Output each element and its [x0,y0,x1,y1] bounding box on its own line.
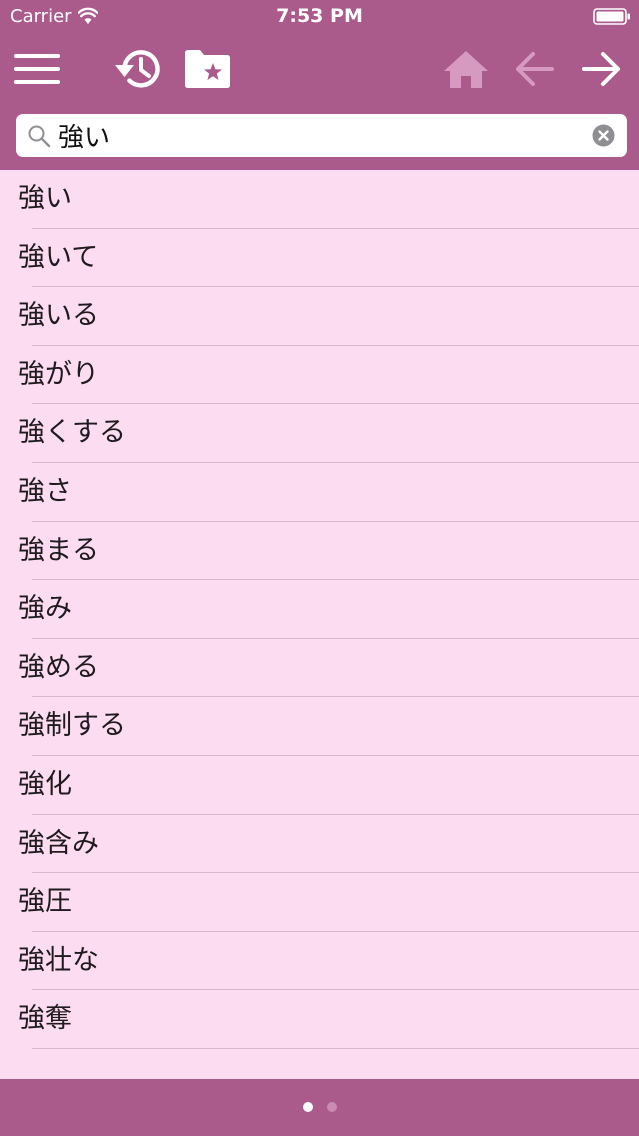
clear-search-icon[interactable] [592,124,615,147]
home-button[interactable] [439,42,493,96]
list-item[interactable]: 強化 [0,756,639,815]
list-item[interactable]: 強いて [0,229,639,288]
list-item[interactable]: 強含み [0,815,639,874]
list-item[interactable]: 強さ [0,463,639,522]
page-indicator[interactable] [0,1102,639,1112]
back-button[interactable] [507,42,561,96]
list-item[interactable]: 強制する [0,697,639,756]
clock: 7:53 PM [276,5,363,27]
history-button[interactable] [111,42,165,96]
back-arrow-icon [516,52,554,86]
status-bar: Carrier 7:53 PM [0,0,639,34]
list-item[interactable]: 強圧 [0,873,639,932]
list-item[interactable]: 強い [0,170,639,229]
search-icon [28,125,51,148]
search-box[interactable] [16,114,627,157]
menu-icon [14,54,60,84]
forward-button[interactable] [575,42,629,96]
favorites-folder-icon [185,50,230,88]
bottom-bar [0,1079,639,1136]
result-list: 強い 強いて 強いる 強がり 強くする 強さ 強まる 強み 強める 強制する 強… [0,170,639,1049]
list-item[interactable]: 強壮な [0,932,639,991]
list-item[interactable]: 強み [0,580,639,639]
home-icon [444,51,488,88]
list-item[interactable]: 強いる [0,287,639,346]
history-icon [115,50,160,88]
page-dot-1[interactable] [302,1102,313,1112]
list-item[interactable]: 強める [0,639,639,698]
menu-button[interactable] [10,42,64,96]
favorites-button[interactable] [180,42,234,96]
battery-icon [593,8,630,25]
list-item[interactable]: 強くする [0,404,639,463]
page-dot-2[interactable] [326,1102,337,1112]
list-item[interactable]: 強奪 [0,990,639,1049]
forward-arrow-icon [582,52,620,86]
list-item[interactable]: 強がり [0,346,639,405]
search-bar [0,102,639,170]
toolbar [0,34,639,102]
list-item[interactable]: 強まる [0,522,639,581]
search-input[interactable] [58,114,578,157]
